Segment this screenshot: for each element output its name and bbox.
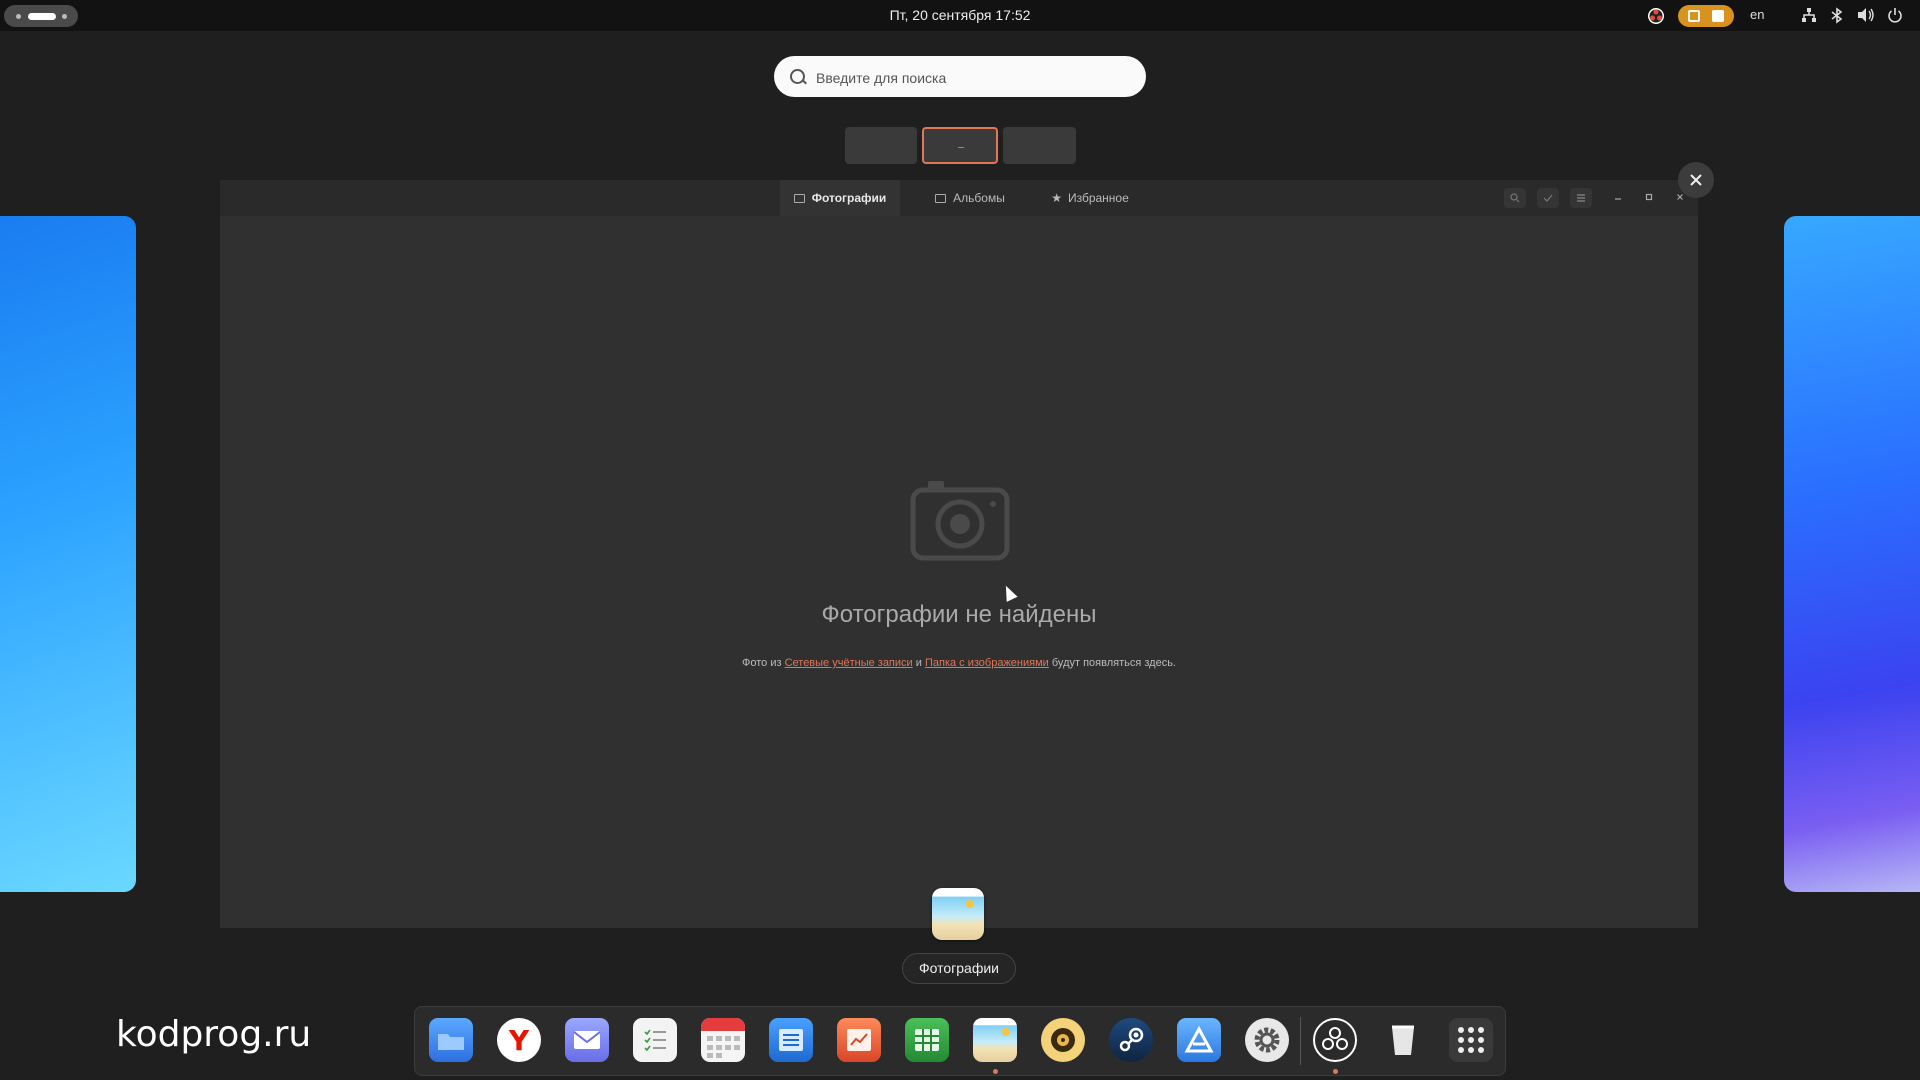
top-bar: Пт, 20 сентября 17:52 en	[0, 0, 1920, 31]
presentation-chart-icon	[847, 1029, 871, 1051]
dock-separator	[1300, 1017, 1301, 1065]
dock-mail-icon[interactable]	[565, 1018, 609, 1062]
screencast-icon	[1688, 10, 1700, 22]
volume-icon[interactable]	[1857, 7, 1875, 23]
select-button[interactable]	[1537, 188, 1559, 208]
search-icon	[790, 69, 805, 84]
close-icon	[1690, 174, 1702, 186]
dock-calendar-icon[interactable]	[701, 1018, 745, 1062]
grid-icon	[1458, 1027, 1484, 1053]
search-icon	[1510, 193, 1520, 203]
tab-photos-label: Фотографии	[811, 191, 887, 205]
minimize-icon	[1615, 198, 1621, 200]
dock-presentation-icon[interactable]	[837, 1018, 881, 1062]
dock-yandex-browser-icon[interactable]: Y	[497, 1018, 541, 1062]
albums-tab-icon	[935, 193, 947, 203]
dock-obs-studio-icon[interactable]	[1313, 1018, 1357, 1062]
workspace-thumbnail-2[interactable]	[922, 127, 998, 164]
tab-albums-label: Альбомы	[953, 191, 1005, 205]
dock-text-editor-icon[interactable]	[769, 1018, 813, 1062]
desc-prefix: Фото из	[742, 657, 782, 669]
search-button[interactable]	[1504, 188, 1526, 208]
maximize-icon	[1645, 193, 1653, 201]
main-menu-button[interactable]	[1570, 188, 1592, 208]
dock-app-center-icon[interactable]	[1177, 1018, 1221, 1062]
tab-favorites-label: Избранное	[1067, 191, 1129, 205]
dock-rhythmbox-icon[interactable]	[1041, 1018, 1085, 1062]
photos-app-icon[interactable]	[932, 888, 984, 940]
checklist-icon	[644, 1029, 666, 1052]
power-icon[interactable]	[1887, 7, 1903, 23]
pictures-folder-link[interactable]: Папка с изображениями	[925, 657, 1049, 669]
dock-settings-icon[interactable]	[1245, 1018, 1289, 1062]
empty-state-description: Фото из Сетевые учётные записи и Папка с…	[220, 657, 1698, 669]
document-lines-icon	[779, 1029, 803, 1051]
window-title-label: Фотографии	[902, 953, 1016, 984]
desc-and: и	[915, 657, 922, 669]
steam-logo-icon	[1119, 1027, 1144, 1052]
previous-workspace-preview[interactable]	[0, 216, 136, 892]
minimize-button[interactable]	[1610, 190, 1626, 206]
dock-photos-icon[interactable]	[973, 1018, 1017, 1062]
close-window-overview-button[interactable]	[1678, 162, 1714, 198]
desc-suffix: будут появляться здесь.	[1051, 657, 1176, 669]
online-accounts-link[interactable]: Сетевые учётные записи	[785, 657, 913, 669]
dock-tasks-icon[interactable]	[633, 1018, 677, 1062]
speaker-icon	[1051, 1028, 1075, 1052]
star-icon: ★	[1051, 191, 1062, 205]
search-input[interactable]	[814, 56, 1138, 99]
dock-spreadsheet-icon[interactable]	[905, 1018, 949, 1062]
maximize-button[interactable]	[1641, 190, 1657, 206]
dock-show-apps-button[interactable]	[1449, 1018, 1493, 1062]
obs-tray-icon[interactable]	[1647, 7, 1665, 25]
gear-icon	[1254, 1027, 1280, 1053]
workspace-thumbnail-1[interactable]	[845, 127, 917, 164]
camera-icon	[910, 481, 1010, 561]
obs-logo-icon	[1322, 1027, 1348, 1050]
next-workspace-preview[interactable]	[1784, 216, 1920, 892]
tab-photos[interactable]: Фотографии	[780, 180, 900, 216]
header-bar: Фотографии Альбомы ★ Избранное	[220, 180, 1698, 216]
keyboard-layout-indicator[interactable]: en	[1750, 7, 1764, 22]
watermark: kodprog.ru	[116, 1014, 312, 1055]
dock-files-icon[interactable]	[429, 1018, 473, 1062]
app-store-icon	[1184, 1026, 1214, 1053]
bluetooth-icon[interactable]	[1831, 7, 1843, 24]
sun-icon	[966, 900, 974, 908]
checkmark-icon	[1543, 194, 1553, 202]
photos-tab-icon	[793, 193, 805, 203]
running-indicator	[993, 1069, 998, 1074]
hamburger-menu-icon	[1577, 194, 1585, 202]
screen-recording-indicator[interactable]	[1678, 5, 1734, 27]
tab-albums[interactable]: Альбомы	[920, 180, 1020, 216]
network-icon[interactable]	[1801, 7, 1817, 23]
trash-can-icon	[1392, 1025, 1414, 1055]
stop-icon	[1712, 10, 1724, 22]
close-icon	[1677, 194, 1683, 200]
calendar-icon	[701, 1018, 745, 1058]
dock-steam-icon[interactable]	[1109, 1018, 1153, 1062]
folder-icon	[438, 1034, 464, 1050]
envelope-icon	[573, 1031, 601, 1049]
tab-favorites[interactable]: ★ Избранное	[1035, 180, 1145, 216]
photos-window[interactable]: Фотографии Альбомы ★ Избранное Фотографи…	[220, 180, 1698, 928]
clock[interactable]: Пт, 20 сентября 17:52	[0, 7, 1920, 23]
sun-icon	[1002, 1028, 1010, 1036]
spreadsheet-grid-icon	[915, 1029, 939, 1051]
search-box[interactable]	[774, 56, 1146, 99]
dock: Y	[414, 1006, 1506, 1076]
running-indicator	[1333, 1069, 1338, 1074]
workspace-thumbnail-3[interactable]	[1003, 127, 1076, 164]
dock-trash-icon[interactable]	[1381, 1018, 1425, 1062]
empty-state-title: Фотографии не найдены	[821, 601, 1097, 628]
